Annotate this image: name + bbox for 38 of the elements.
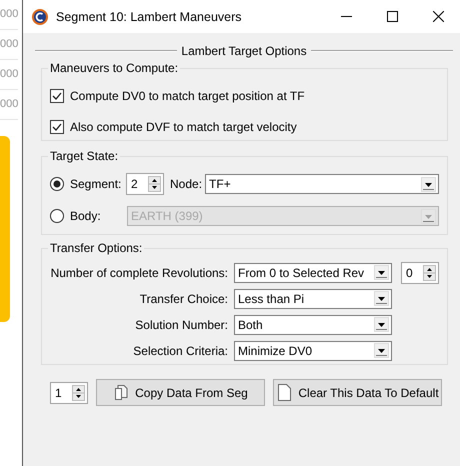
checkbox-label[interactable]: Also compute DVF to match target velocity [70,120,297,134]
app-logo-icon [31,8,49,26]
dropdown[interactable]: Minimize DV0 [234,340,392,360]
checkbox[interactable] [50,120,64,134]
group-title: Target State: [49,149,120,163]
copy-pages-icon [113,384,130,401]
dropdown[interactable]: Both [234,314,392,334]
field-label: Node: [170,177,202,191]
field-label: Transfer Choice: [138,292,229,306]
table-cell: 000 [0,90,18,120]
spin-arrows-icon [148,176,161,192]
table-cell: 000 [0,30,18,60]
maximize-icon [386,11,398,22]
dropdown[interactable]: TF+ [205,174,439,194]
table-cell: 000 [0,60,18,90]
spin-arrows-icon [423,264,436,280]
group-title: Maneuvers to Compute: [49,61,180,75]
radio-label[interactable]: Segment: [70,177,126,191]
field-label: Number of complete Revolutions: [50,266,229,280]
spin-arrows-icon [72,384,85,400]
blank-page-icon [276,384,292,401]
dropdown[interactable]: From 0 to Selected Rev [234,262,392,282]
spin-field[interactable]: 1 [50,382,88,404]
window-title: Segment 10: Lambert Maneuvers [56,10,242,24]
push-button[interactable]: Clear This Data To Default [273,379,442,406]
section-title: Lambert Target Options [181,44,307,58]
spin-field[interactable]: 0 [401,262,439,284]
push-button[interactable]: Copy Data From Seg [96,379,265,406]
table-cell: 000 [0,0,18,30]
radio-button[interactable] [50,177,64,191]
close-icon [432,11,444,22]
group-title: Transfer Options: [49,241,144,255]
spin-field[interactable]: 2 [126,173,164,195]
dropdown[interactable]: Less than Pi [234,288,392,308]
field-label: Selection Criteria: [132,344,229,358]
checkbox[interactable] [50,89,64,103]
field-label: Solution Number: [134,318,229,332]
checkbox-label[interactable]: Compute DV0 to match target position at TF [70,89,305,103]
